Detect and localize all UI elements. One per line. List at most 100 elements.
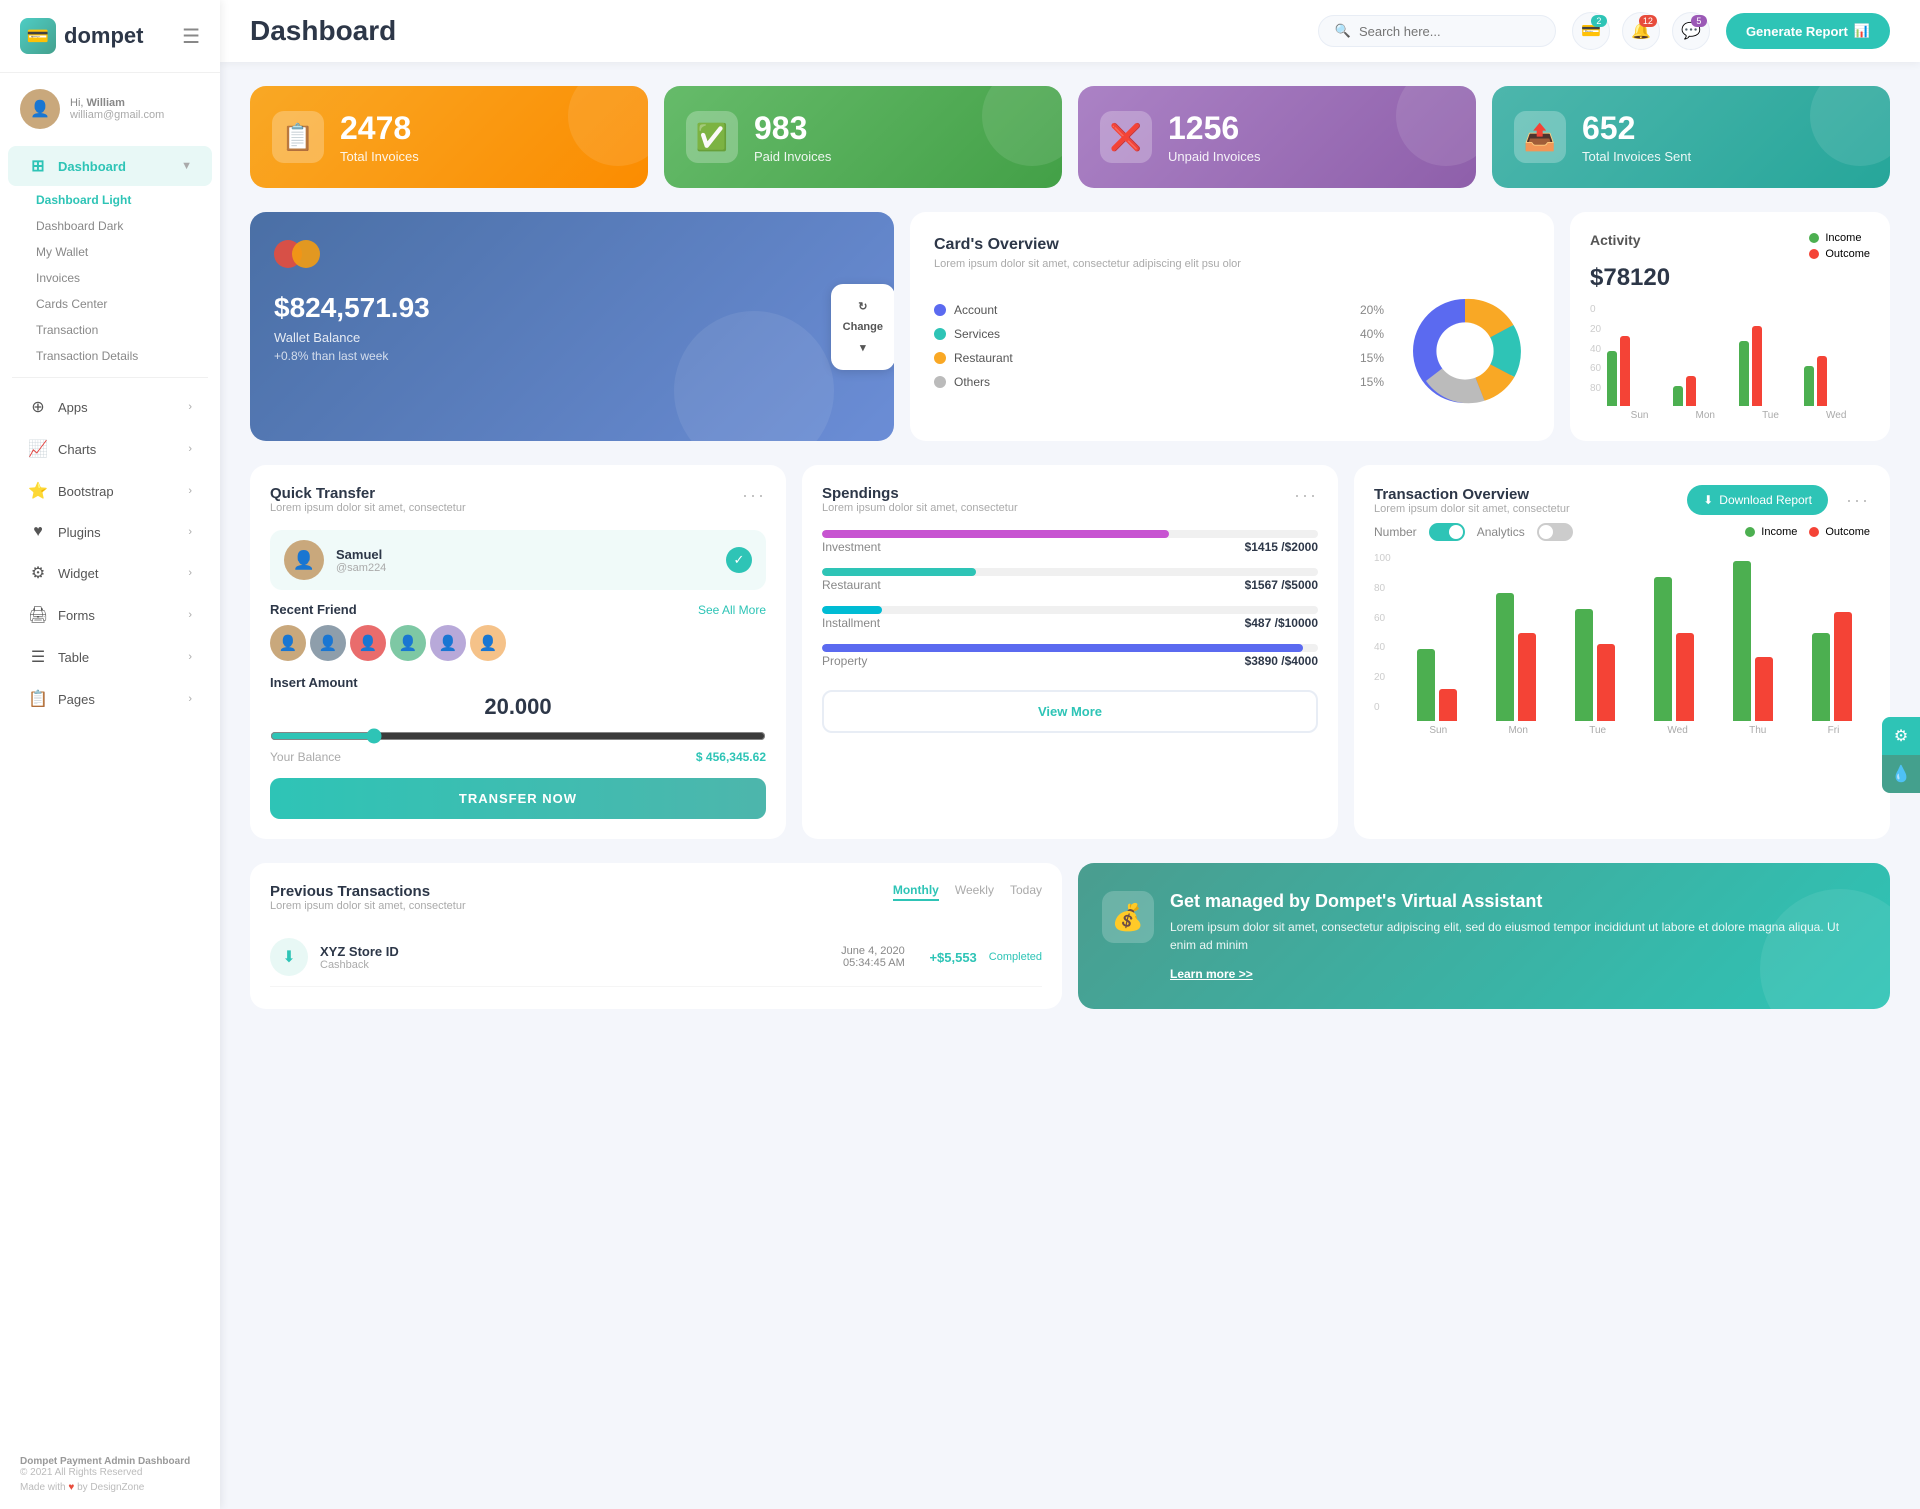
charts-icon: 📈 — [28, 439, 48, 459]
sidebar-item-bootstrap[interactable]: ⭐ Bootstrap › — [8, 471, 212, 511]
bar-sun-income — [1607, 351, 1617, 406]
stat-icon-total: 📋 — [272, 111, 324, 163]
pt-tab-weekly[interactable]: Weekly — [955, 883, 994, 901]
balance-row: Your Balance $ 456,345.62 — [270, 750, 766, 764]
subnav-dashboard-dark[interactable]: Dashboard Dark — [36, 213, 220, 239]
bell-icon-btn[interactable]: 🔔 12 — [1622, 12, 1660, 50]
see-all-link[interactable]: See All More — [698, 603, 766, 617]
subnav-transaction[interactable]: Transaction — [36, 317, 220, 343]
chevron-right-icon: › — [188, 609, 192, 621]
stat-value-total: 2478 — [340, 110, 419, 147]
stat-icon-sent: 📤 — [1514, 111, 1566, 163]
sidebar-item-charts[interactable]: 📈 Charts › — [8, 429, 212, 469]
subnav-my-wallet[interactable]: My Wallet — [36, 239, 220, 265]
chevron-right-icon: › — [188, 526, 192, 538]
to-bar-thu-income — [1733, 561, 1751, 721]
sidebar-item-dashboard[interactable]: ⊞ Dashboard ▼ — [8, 146, 212, 186]
spendings-menu[interactable]: ··· — [1294, 485, 1318, 506]
number-toggle[interactable] — [1429, 523, 1465, 541]
legend-dot-account — [934, 304, 946, 316]
refresh-icon: ↻ — [858, 300, 867, 313]
sidebar-item-pages[interactable]: 📋 Pages › — [8, 679, 212, 719]
featured-contact: 👤 Samuel @sam224 ✓ — [270, 530, 766, 590]
sidebar-item-forms[interactable]: 🖨 Forms › — [8, 595, 212, 635]
quick-transfer: Quick Transfer Lorem ipsum dolor sit ame… — [250, 465, 786, 839]
sidebar-item-label: Plugins — [58, 525, 101, 540]
legend-label-others: Others — [954, 375, 990, 389]
generate-report-label: Generate Report — [1746, 24, 1848, 39]
legend-item-restaurant: Restaurant 15% — [934, 351, 1384, 365]
va-learn-more-link[interactable]: Learn more >> — [1170, 967, 1253, 981]
sidebar-item-table[interactable]: ☰ Table › — [8, 637, 212, 677]
download-report-button[interactable]: ⬇ Download Report — [1687, 485, 1828, 515]
to-legend: Income Outcome — [1745, 526, 1870, 538]
friends-avatars: 👤 👤 👤 👤 👤 👤 — [270, 625, 766, 661]
prev-transactions: Previous Transactions Lorem ipsum dolor … — [250, 863, 1062, 1009]
to-bar-sun-income — [1417, 649, 1435, 721]
spending-installment: Installment $487 /$10000 — [822, 606, 1318, 630]
generate-report-button[interactable]: Generate Report 📊 — [1726, 13, 1890, 49]
chevron-right-icon: › — [188, 567, 192, 579]
analytics-toggle[interactable] — [1537, 523, 1573, 541]
progress-fill-property — [822, 644, 1303, 652]
right-panel: ⚙ 💧 — [1882, 717, 1920, 793]
to-bar-tue-income — [1575, 609, 1593, 721]
footer-brand: Dompet Payment Admin Dashboard — [20, 1456, 200, 1467]
settings-panel-button[interactable]: ⚙ — [1882, 717, 1920, 755]
sidebar-item-plugins[interactable]: ♥ Plugins › — [8, 513, 212, 551]
overview-content: Account 20% Services 40% Restaurant 15% — [934, 286, 1530, 416]
spending-label-installment: Installment — [822, 616, 880, 630]
stat-label-unpaid: Unpaid Invoices — [1168, 149, 1261, 164]
gear-icon: ⚙ — [1894, 726, 1908, 746]
to-bar-chart — [1399, 561, 1870, 721]
to-bar-thu-outcome — [1755, 657, 1773, 721]
bar-sun-outcome — [1620, 336, 1630, 406]
sidebar-logo: 💳 dompet ☰ — [0, 0, 220, 73]
wallet-icon-btn[interactable]: 💳 2 — [1572, 12, 1610, 50]
pt-tab-monthly[interactable]: Monthly — [893, 883, 939, 901]
to-income-label: Income — [1761, 526, 1797, 538]
to-bar-mon-outcome — [1518, 633, 1536, 721]
subnav-transaction-details[interactable]: Transaction Details — [36, 343, 220, 369]
qt-menu[interactable]: ··· — [742, 485, 766, 506]
search-box[interactable]: 🔍 — [1318, 15, 1556, 47]
view-more-button[interactable]: View More — [822, 690, 1318, 733]
download-icon: ⬇ — [1703, 493, 1713, 507]
bar-chart-icon: 📊 — [1854, 23, 1870, 39]
pt-tab-today[interactable]: Today — [1010, 883, 1042, 901]
toggles-row: Number Analytics Income Outcome — [1374, 523, 1870, 541]
hamburger-menu[interactable]: ☰ — [182, 24, 200, 49]
change-button[interactable]: ↻ Change ▾ — [831, 284, 894, 370]
to-bar-fri-outcome — [1834, 612, 1852, 721]
spending-amount-installment: $487 /$10000 — [1245, 616, 1318, 630]
footer-year: © 2021 All Rights Reserved — [20, 1467, 200, 1478]
subnav-cards-center[interactable]: Cards Center — [36, 291, 220, 317]
transfer-now-button[interactable]: TRANSFER NOW — [270, 778, 766, 819]
sidebar-item-widget[interactable]: ⚙ Widget › — [8, 553, 212, 593]
sidebar-item-label: Dashboard — [58, 159, 126, 174]
water-drop-button[interactable]: 💧 — [1882, 755, 1920, 793]
sidebar-item-apps[interactable]: ⊕ Apps › — [8, 387, 212, 427]
tx-amount: +$5,553 — [917, 950, 977, 965]
sidebar-item-label: Forms — [58, 608, 95, 623]
to-bar-fri-income — [1812, 633, 1830, 721]
stat-icon-paid: ✅ — [686, 111, 738, 163]
sidebar-item-label: Widget — [58, 566, 98, 581]
to-title: Transaction Overview — [1374, 486, 1570, 503]
subnav-dashboard-light[interactable]: Dashboard Light — [36, 187, 220, 213]
table-icon: ☰ — [28, 647, 48, 667]
amount-slider[interactable] — [270, 728, 766, 744]
pt-subtitle: Lorem ipsum dolor sit amet, consectetur — [270, 900, 466, 912]
tx-icon: ⬇ — [270, 938, 308, 976]
chat-icon-btn[interactable]: 💬 5 — [1672, 12, 1710, 50]
to-menu[interactable]: ··· — [1846, 490, 1870, 511]
recent-label: Recent Friend — [270, 602, 357, 617]
search-input[interactable] — [1359, 24, 1539, 39]
check-icon: ✓ — [726, 547, 752, 573]
page-title: Dashboard — [250, 15, 396, 47]
progress-fill-investment — [822, 530, 1169, 538]
spendings-card: Spendings Lorem ipsum dolor sit amet, co… — [802, 465, 1338, 839]
stat-icon-unpaid: ❌ — [1100, 111, 1152, 163]
friend-avatar-4: 👤 — [390, 625, 426, 661]
subnav-invoices[interactable]: Invoices — [36, 265, 220, 291]
